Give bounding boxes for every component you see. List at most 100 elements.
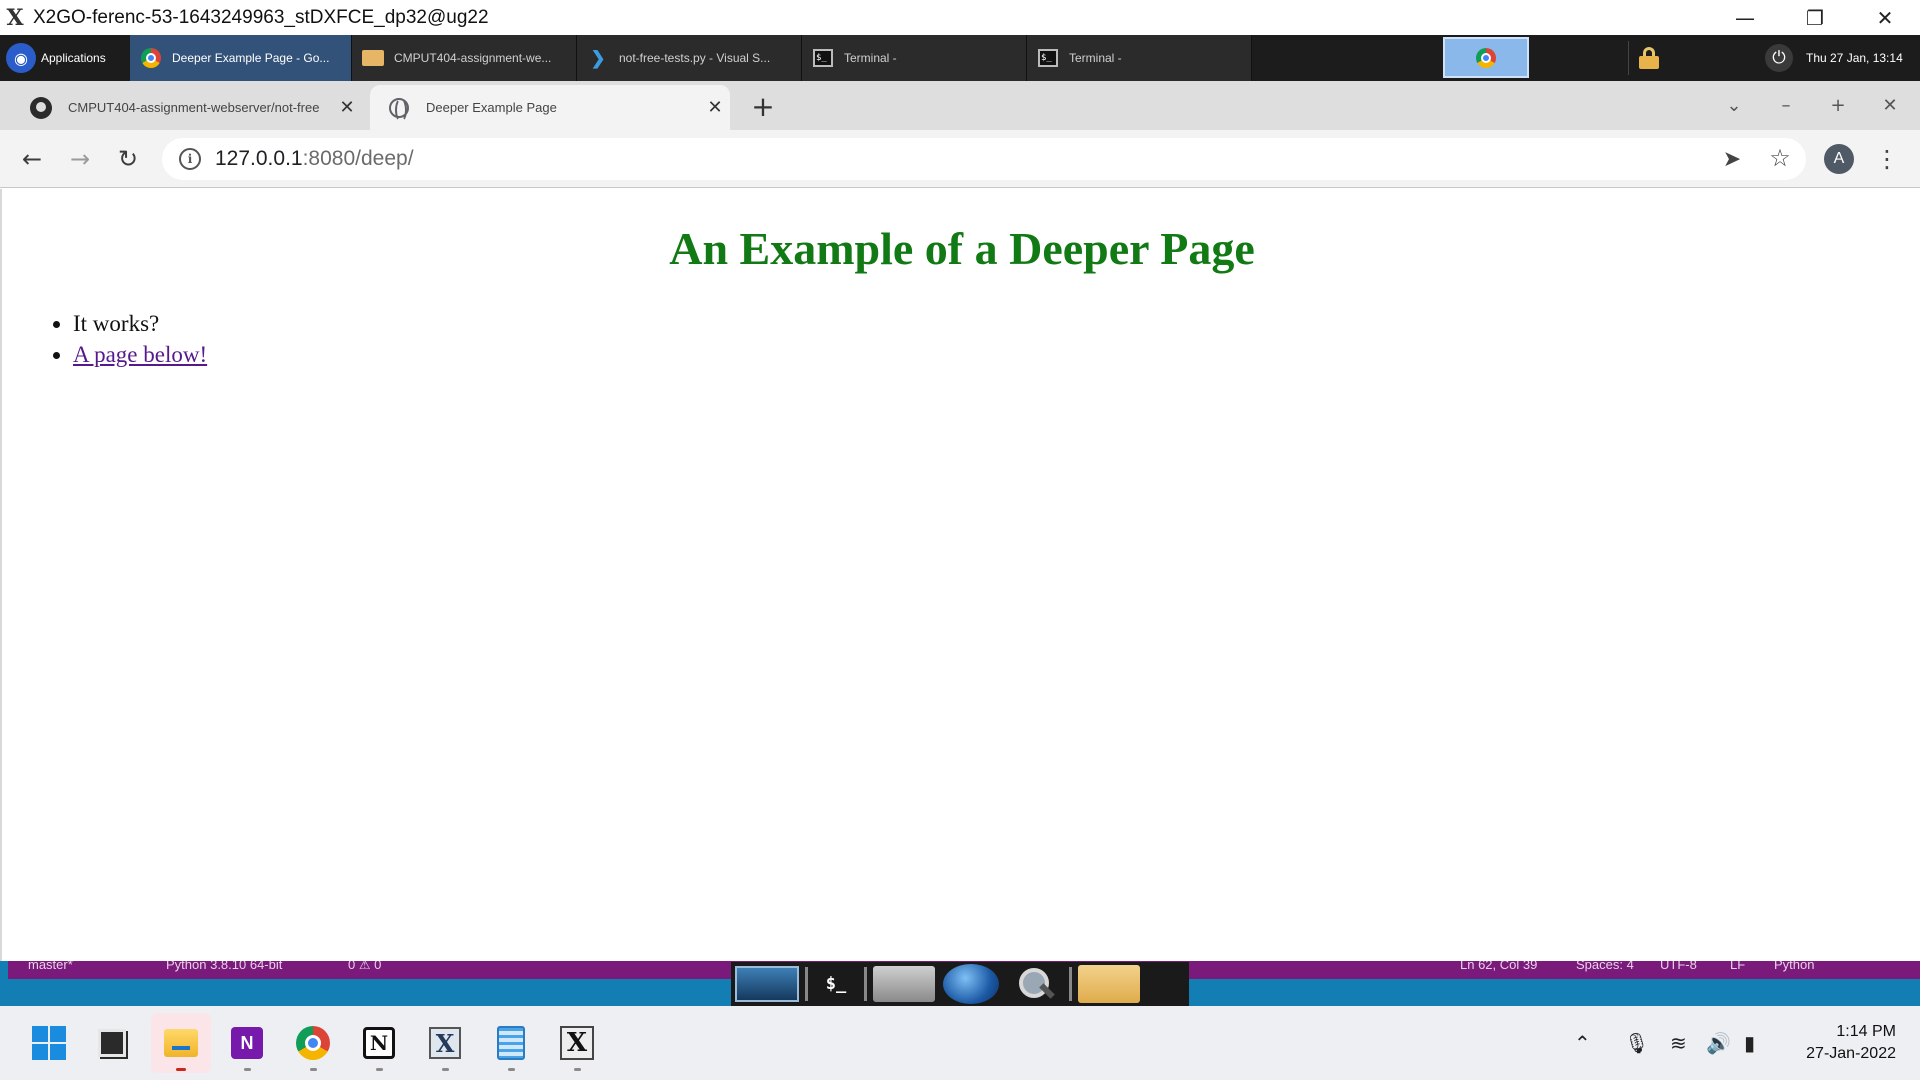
terminal-launcher[interactable]: $_ xyxy=(814,964,858,1004)
speaker-icon[interactable]: 🔊 xyxy=(1706,1006,1731,1080)
taskbar-x2go[interactable]: X xyxy=(415,1013,475,1073)
panel-task-label: Terminal - xyxy=(1069,51,1122,65)
folder-icon xyxy=(1078,965,1140,1003)
panel-task-chrome[interactable]: Deeper Example Page - Go... xyxy=(130,35,352,81)
url-path: :8080/deep/ xyxy=(302,147,414,170)
desktop-icon xyxy=(735,966,799,1002)
x2go-session-icon: X xyxy=(560,1026,594,1060)
cursor-position: Ln 62, Col 39 xyxy=(1460,961,1538,972)
panel-task-label: not-free-tests.py - Visual S... xyxy=(619,51,771,65)
browser-minimize-icon[interactable]: – xyxy=(1760,95,1812,116)
bookmark-star-icon[interactable]: ☆ xyxy=(1766,144,1794,172)
taskbar-onenote[interactable]: N xyxy=(217,1013,277,1073)
terminal-icon: $_ xyxy=(1037,47,1059,69)
screen: X X2GO-ferenc-53-1643249963_stDXFCE_dp32… xyxy=(0,0,1920,1080)
battery-icon[interactable]: ▮ xyxy=(1744,1006,1755,1080)
browser-toolbar: ← → ↻ i 127.0.0.1:8080/deep/ ➤ ☆ A ⋮ xyxy=(0,130,1920,188)
taskbar-x2go-session[interactable]: X xyxy=(547,1013,607,1073)
start-icon xyxy=(32,1026,66,1060)
folder-launcher[interactable] xyxy=(1078,964,1140,1004)
globe-icon xyxy=(386,95,412,122)
close-icon[interactable]: ✕ xyxy=(1850,0,1920,35)
web-browser-launcher[interactable] xyxy=(943,964,999,1004)
windows-taskbar: N N X X ⌃ 🎙 ≋ 🔊 ▮ 1:14 PM 27-Jan-2022 xyxy=(0,1006,1920,1080)
x2go-window-icon: X xyxy=(6,4,24,31)
new-tab-icon[interactable]: + xyxy=(748,88,778,124)
applications-label: Applications xyxy=(41,51,106,65)
chrome-launcher-button[interactable] xyxy=(1443,37,1529,78)
browser-maximize-icon[interactable]: + xyxy=(1812,95,1864,116)
xfce-dock: $_ xyxy=(731,962,1189,1006)
task-view-button[interactable] xyxy=(82,1013,142,1073)
forward-arrow-icon[interactable]: → xyxy=(64,143,96,175)
browser-menu-icon[interactable]: ⋮ xyxy=(1874,144,1900,174)
minimize-icon[interactable]: — xyxy=(1710,0,1780,35)
url-host: 127.0.0.1 xyxy=(215,147,303,170)
taskbar-clock[interactable]: 1:14 PM 27-Jan-2022 xyxy=(1776,1021,1896,1065)
restore-icon[interactable]: ❐ xyxy=(1780,0,1850,35)
panel-task-terminal-1[interactable]: $_ Terminal - xyxy=(802,35,1027,81)
window-title: X2GO-ferenc-53-1643249963_stDXFCE_dp32@u… xyxy=(33,6,489,28)
chrome-icon xyxy=(140,47,162,69)
notepad-icon xyxy=(497,1026,525,1060)
taskbar-chrome[interactable] xyxy=(283,1013,343,1073)
problems-count: 0 ⚠ 0 xyxy=(348,961,382,972)
start-button[interactable] xyxy=(19,1013,79,1073)
page-list: It works? A page below! xyxy=(73,308,207,370)
back-arrow-icon[interactable]: ← xyxy=(16,143,48,175)
tab-search-chevron-icon[interactable]: ⌄ xyxy=(1708,95,1760,116)
app-finder-launcher[interactable] xyxy=(1007,964,1063,1004)
address-bar[interactable]: i 127.0.0.1:8080/deep/ ➤ ☆ xyxy=(162,138,1806,180)
page-below-link[interactable]: A page below! xyxy=(73,342,207,367)
onenote-icon: N xyxy=(231,1027,263,1059)
profile-avatar[interactable]: A xyxy=(1824,144,1854,174)
file-encoding: UTF-8 xyxy=(1660,961,1697,972)
reload-icon[interactable]: ↻ xyxy=(112,143,144,175)
dock-separator xyxy=(1069,967,1072,1001)
tray-overflow-chevron-icon[interactable]: ⌃ xyxy=(1574,1006,1591,1080)
terminal-icon: $_ xyxy=(825,974,847,994)
panel-task-terminal-2[interactable]: $_ Terminal - xyxy=(1027,35,1252,81)
microphone-icon[interactable]: 🎙 xyxy=(1624,1006,1649,1080)
send-tab-icon[interactable]: ➤ xyxy=(1718,145,1746,173)
notion-icon: N xyxy=(363,1027,395,1059)
power-icon[interactable]: ⏻ xyxy=(1765,44,1793,72)
web-page-content: An Example of a Deeper Page It works? A … xyxy=(0,189,1920,961)
vscode-icon: ❯ xyxy=(590,47,606,68)
taskbar-notepad[interactable] xyxy=(481,1013,541,1073)
show-desktop-button[interactable] xyxy=(735,964,799,1004)
terminal-icon: $_ xyxy=(812,47,834,69)
applications-menu-button[interactable]: ◉ Applications xyxy=(0,35,128,81)
taskbar-file-explorer[interactable] xyxy=(151,1013,211,1073)
panel-task-file-manager[interactable]: CMPUT404-assignment-we... xyxy=(352,35,577,81)
tab-deeper-example-page[interactable]: Deeper Example Page ✕ xyxy=(370,85,730,130)
page-heading: An Example of a Deeper Page xyxy=(669,223,1255,274)
taskbar-notion[interactable]: N xyxy=(349,1013,409,1073)
tab-github-repo[interactable]: CMPUT404-assignment-webserver/not-free ✕ xyxy=(12,85,362,130)
x2go-icon: X xyxy=(429,1027,461,1059)
window-controls: — ❐ ✕ xyxy=(1710,0,1920,35)
line-ending: LF xyxy=(1730,961,1746,972)
tab-title: Deeper Example Page xyxy=(426,100,557,115)
dock-separator xyxy=(864,967,867,1001)
chrome-icon xyxy=(1476,47,1496,68)
tab-close-icon[interactable]: ✕ xyxy=(700,97,730,118)
wifi-icon[interactable]: ≋ xyxy=(1670,1006,1687,1080)
site-info-icon[interactable]: i xyxy=(179,148,201,170)
github-icon xyxy=(28,95,54,121)
git-branch: master* xyxy=(28,961,73,972)
browser-close-icon[interactable]: ✕ xyxy=(1864,95,1916,116)
python-interpreter: Python 3.8.10 64-bit xyxy=(166,961,283,972)
folder-icon xyxy=(362,47,384,69)
chrome-icon xyxy=(296,1026,330,1060)
home-folder-icon xyxy=(873,966,935,1002)
panel-task-vscode[interactable]: ❯ not-free-tests.py - Visual S... xyxy=(577,35,802,81)
home-folder-launcher[interactable] xyxy=(873,964,935,1004)
tab-close-icon[interactable]: ✕ xyxy=(332,97,362,118)
tab-title: CMPUT404-assignment-webserver/not-free xyxy=(68,100,320,115)
lock-screen-button[interactable] xyxy=(1628,41,1668,75)
indent-setting: Spaces: 4 xyxy=(1576,961,1634,972)
globe-icon xyxy=(943,964,999,1004)
panel-task-label: CMPUT404-assignment-we... xyxy=(394,51,552,65)
list-item-page-below: A page below! xyxy=(73,339,207,370)
